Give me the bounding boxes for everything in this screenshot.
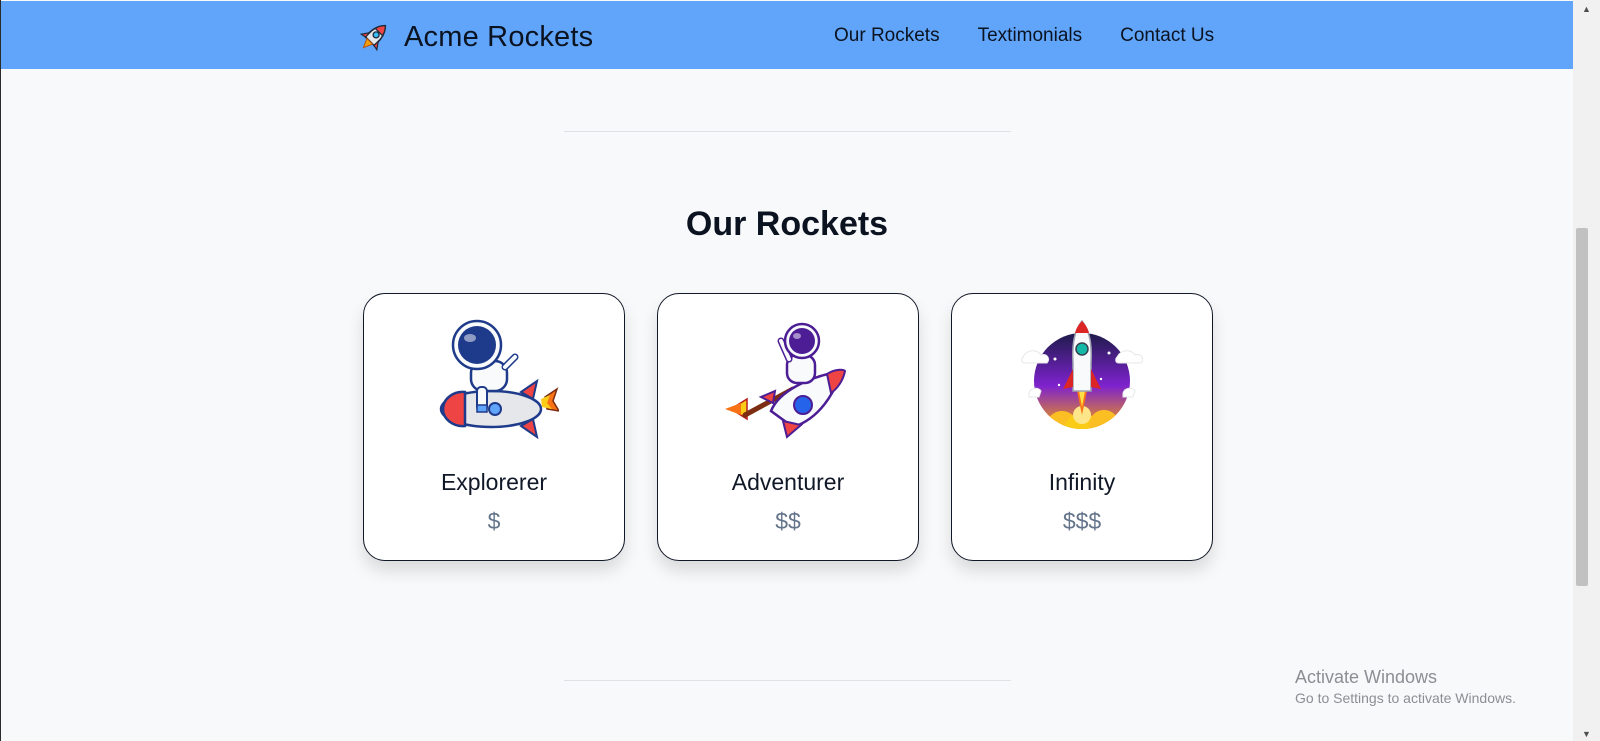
vertical-scrollbar[interactable]: ▲ ▼ [1573,0,1600,741]
nav-link-our-rockets[interactable]: Our Rockets [834,25,940,47]
rocket-card-explorerer[interactable]: Explorerer $ [363,293,625,561]
rocket-name: Infinity [1048,469,1116,495]
brand-link[interactable]: Acme Rockets [356,18,593,56]
watermark-subtitle: Go to Settings to activate Windows. [1295,690,1516,706]
section-divider-bottom [564,680,1011,681]
rocket-name: Explorerer [440,469,548,495]
astronaut-waving-on-rocket-illustration [725,322,847,439]
rocket-price: $ [487,508,501,534]
scroll-up-arrow-icon[interactable]: ▲ [1582,4,1591,14]
scroll-down-arrow-icon[interactable]: ▼ [1582,729,1591,739]
nav-link-testimonials[interactable]: Textimonials [978,25,1083,47]
nav-link-contact-us[interactable]: Contact Us [1120,25,1214,47]
watermark-title: Activate Windows [1295,667,1438,687]
astronaut-riding-rocket-illustration [439,319,559,439]
navbar: Acme Rockets Our Rockets Textimonials Co… [1,1,1573,69]
scrollbar-thumb[interactable] [1576,228,1588,586]
rocket-name: Adventurer [731,469,845,495]
page: Acme Rockets Our Rockets Textimonials Co… [1,0,1573,741]
section-title: Our Rockets [685,205,889,243]
rocket-launch-night-sky-illustration [1021,319,1144,429]
rocket-card-infinity[interactable]: Infinity $$$ [951,293,1213,561]
brand-name: Acme Rockets [404,20,594,53]
section-divider-top [564,131,1011,132]
rocket-card-adventurer[interactable]: Adventurer $$ [657,293,919,561]
nav-links: Our Rockets Textimonials Contact Us [834,25,1214,47]
rocket-price: $$$ [1062,508,1102,534]
rocket-icon [359,24,387,52]
rocket-price: $$ [775,508,801,534]
windows-activation-watermark: Activate Windows Go to Settings to activ… [1295,666,1516,708]
